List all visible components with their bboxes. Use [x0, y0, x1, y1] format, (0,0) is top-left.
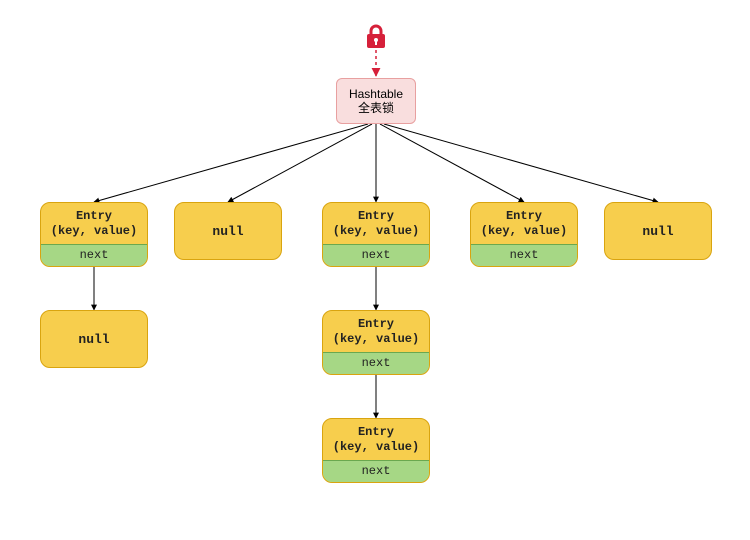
hashtable-title: Hashtable — [349, 87, 403, 101]
bucket-3-entry: Entry (key, value) next — [470, 202, 578, 267]
hashtable-root: Hashtable 全表锁 — [336, 78, 416, 124]
entry-label: Entry (key, value) — [323, 311, 429, 352]
entry-label: Entry (key, value) — [471, 203, 577, 244]
entry-label: Entry (key, value) — [41, 203, 147, 244]
hashtable-subtitle: 全表锁 — [358, 101, 394, 115]
bucket-0-entry: Entry (key, value) next — [40, 202, 148, 267]
entry-next: next — [323, 352, 429, 374]
entry-next: next — [41, 244, 147, 266]
entry-next: next — [323, 244, 429, 266]
entry-label: Entry (key, value) — [323, 419, 429, 460]
bucket-2-entry-0: Entry (key, value) next — [322, 202, 430, 267]
bucket-1-null: null — [174, 202, 282, 260]
entry-next: next — [323, 460, 429, 482]
entry-label: Entry (key, value) — [323, 203, 429, 244]
lock-icon — [364, 24, 388, 55]
bucket-0-next-null: null — [40, 310, 148, 368]
bucket-2-entry-1: Entry (key, value) next — [322, 310, 430, 375]
diagram-canvas: Hashtable 全表锁 Entry (key, value) next nu… — [0, 0, 750, 540]
bucket-4-null: null — [604, 202, 712, 260]
bucket-2-entry-2: Entry (key, value) next — [322, 418, 430, 483]
entry-next: next — [471, 244, 577, 266]
